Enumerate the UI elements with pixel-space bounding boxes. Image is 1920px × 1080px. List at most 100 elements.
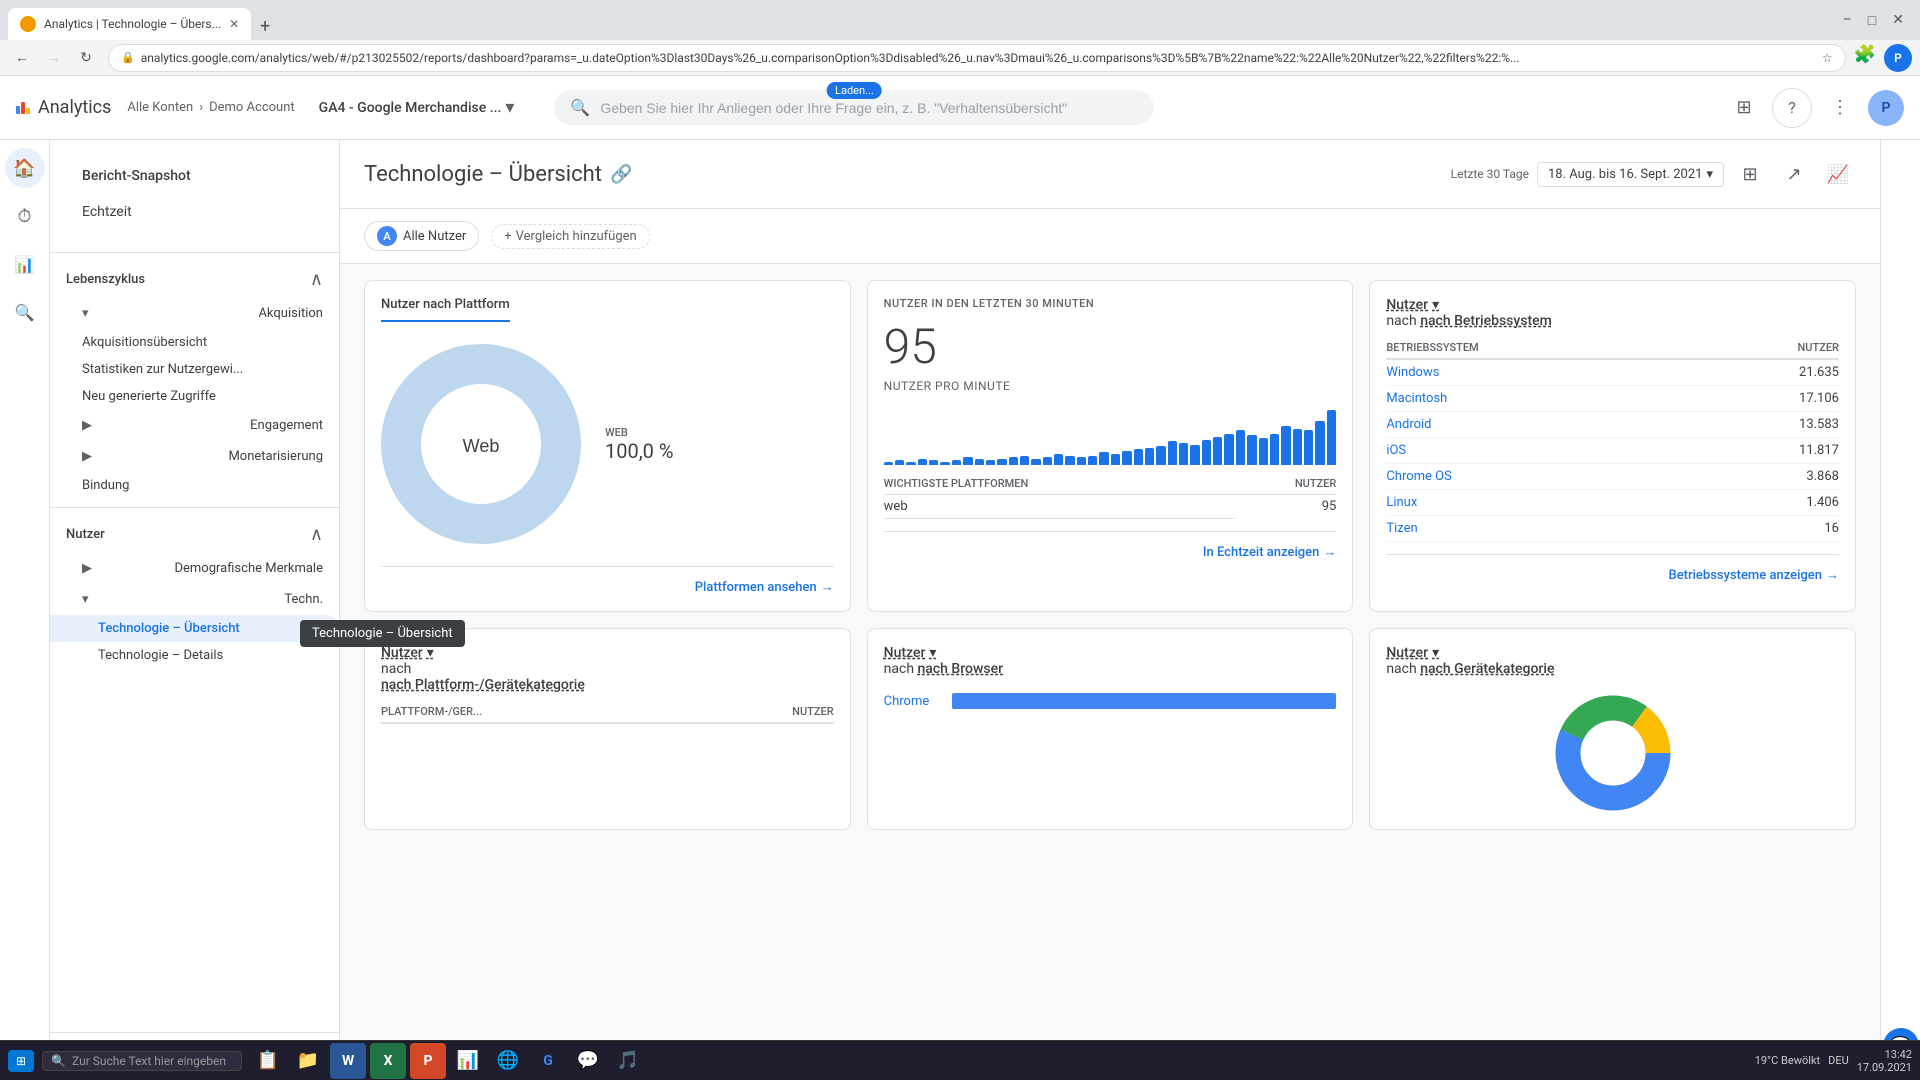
taskbar-lang: DEU [1828, 1054, 1849, 1067]
sidebar-akquisitionsuebersicht[interactable]: Akquisitionsübersicht [50, 329, 339, 356]
filter-chip-alle-nutzer[interactable]: A Alle Nutzer [364, 221, 479, 251]
os-count: 13.583 [1699, 412, 1839, 438]
all-accounts-link[interactable]: Alle Konten [127, 100, 193, 115]
sidebar-demografische[interactable]: ▶ Demografische Merkmale [50, 553, 339, 584]
sidebar-technologie-details[interactable]: Technologie – Details [50, 642, 339, 669]
date-range-btn[interactable]: 18. Aug. bis 16. Sept. 2021 ▾ [1537, 162, 1724, 187]
url-bar[interactable]: 🔒 analytics.google.com/analytics/web/#/p… [108, 44, 1846, 72]
active-tab[interactable]: Analytics | Technologie – Übers... ✕ [8, 8, 251, 40]
chart-type-btn[interactable]: 📈 [1820, 156, 1856, 192]
help-btn[interactable]: ? [1772, 88, 1812, 128]
legend-web-value: 100,0 % [605, 439, 674, 463]
search-box: 🔍 Laden... [554, 90, 1154, 125]
extension-icon[interactable]: 🧩 [1854, 44, 1876, 72]
sidebar-neu-generierte[interactable]: Neu generierte Zugriffe [50, 383, 339, 410]
os-nutzer-text: Nutzer [1386, 297, 1428, 313]
br-nutzer-btn[interactable]: Nutzer ▾ [884, 645, 1337, 661]
save-icon[interactable]: 🔗 [610, 164, 632, 185]
nav-icon-explore[interactable]: 🔍 [5, 292, 45, 332]
sidebar-techn[interactable]: ▾ Techn. [50, 584, 339, 615]
demografische-label: Demografische Merkmale [174, 561, 323, 576]
nav-icon-home[interactable]: 🏠 [5, 148, 45, 188]
nav-buttons: ← → ↻ [8, 44, 100, 72]
taskbar-app-music[interactable]: 🎵 [610, 1043, 646, 1079]
close-btn[interactable]: ✕ [1892, 12, 1904, 29]
content-header: Technologie – Übersicht 🔗 Letzte 30 Tage… [340, 140, 1880, 209]
taskbar-app-excel[interactable]: X [370, 1043, 406, 1079]
rt-bar-item [895, 460, 904, 465]
platform-link[interactable]: Plattformen ansehen → [695, 579, 834, 595]
star-icon[interactable]: ☆ [1822, 51, 1833, 65]
taskbar-app-chat[interactable]: 💬 [570, 1043, 606, 1079]
back-btn[interactable]: ← [8, 44, 36, 72]
rt-bar-item [1224, 434, 1233, 465]
sidebar-bindung[interactable]: Bindung [50, 472, 339, 499]
os-name[interactable]: Macintosh [1386, 386, 1698, 412]
taskbar-search[interactable]: 🔍 Zur Suche Text hier eingeben [42, 1051, 242, 1071]
sidebar-statistiken[interactable]: Statistiken zur Nutzergewi... [50, 356, 339, 383]
reload-btn[interactable]: ↻ [72, 44, 100, 72]
rt-link[interactable]: In Echtzeit anzeigen → [1203, 544, 1337, 560]
os-name[interactable]: Chrome OS [1386, 464, 1698, 490]
search-input[interactable] [600, 100, 1138, 116]
add-filter-btn[interactable]: + Vergleich hinzufügen [491, 224, 649, 249]
taskbar-app-browser2[interactable]: G [530, 1043, 566, 1079]
apps-btn[interactable]: ⊞ [1724, 88, 1764, 128]
os-name[interactable]: Windows [1386, 359, 1698, 386]
sidebar-snapshot[interactable]: Bericht-Snapshot [66, 156, 323, 196]
taskbar-app-task[interactable]: 📋 [250, 1043, 286, 1079]
platform-chart: Web WEB 100,0 % [381, 334, 834, 554]
nutzer-collapse[interactable]: ∧ [310, 524, 323, 545]
pd-nutzer-btn[interactable]: Nutzer ▾ [381, 645, 834, 661]
sidebar-section-lebenszyklus[interactable]: Lebenszyklus ∧ [50, 261, 339, 298]
akquisition-label: Akquisition [258, 306, 323, 321]
platform-link-arrow: → [821, 579, 834, 595]
dc-nutzer-btn[interactable]: Nutzer ▾ [1386, 645, 1839, 661]
avatar[interactable]: P [1868, 90, 1904, 126]
property-selector[interactable]: GA4 - Google Merchandise ... ▾ [311, 93, 523, 122]
more-btn[interactable]: ⋮ [1820, 88, 1860, 128]
sidebar-echtzeit[interactable]: Echtzeit [66, 196, 323, 228]
logo-icon[interactable] [16, 102, 30, 114]
forward-btn[interactable]: → [40, 44, 68, 72]
os-name[interactable]: Tizen [1386, 516, 1698, 542]
rt-bar-item [1190, 445, 1199, 465]
os-name[interactable]: Linux [1386, 490, 1698, 516]
sidebar-section-nutzer[interactable]: Nutzer ∧ [50, 516, 339, 553]
customize-report-btn[interactable]: ⊞ [1732, 156, 1768, 192]
start-btn[interactable]: ⊞ [8, 1050, 34, 1072]
os-name[interactable]: Android [1386, 412, 1698, 438]
address-bar: ← → ↻ 🔒 analytics.google.com/analytics/w… [0, 40, 1920, 76]
os-count: 16 [1699, 516, 1839, 542]
minimize-btn[interactable]: – [1843, 12, 1852, 29]
header-search: 🔍 Laden... [554, 90, 1154, 125]
tab-close-btn[interactable]: ✕ [229, 17, 239, 31]
sidebar-monetarisierung[interactable]: ▶ Monetarisierung [50, 441, 339, 472]
os-nutzer-btn[interactable]: Nutzer ▾ [1386, 297, 1839, 313]
sidebar-technologie-uebersicht[interactable]: Technologie – Übersicht [50, 615, 339, 642]
lebenszyklus-collapse[interactable]: ∧ [310, 269, 323, 290]
share-btn[interactable]: ↗ [1776, 156, 1812, 192]
new-tab-btn[interactable]: + [251, 12, 279, 40]
taskbar-app-folder[interactable]: 📁 [290, 1043, 326, 1079]
bottom-cards: Nutzer ▾ nach nach Plattform-/Gerätekate… [340, 628, 1880, 846]
taskbar-clock: 13:42 17.09.2021 [1857, 1048, 1912, 1074]
content-actions: ⊞ ↗ 📈 [1732, 156, 1856, 192]
chrome-bar-row: Chrome [884, 693, 1337, 709]
sidebar-engagement[interactable]: ▶ Engagement [50, 410, 339, 441]
profile-btn[interactable]: P [1884, 44, 1912, 72]
taskbar-app-browser1[interactable]: 🌐 [490, 1043, 526, 1079]
maximize-btn[interactable]: □ [1868, 12, 1876, 29]
os-name[interactable]: iOS [1386, 438, 1698, 464]
taskbar-app-ppt[interactable]: P [410, 1043, 446, 1079]
taskbar-app-chart[interactable]: 📊 [450, 1043, 486, 1079]
nav-icon-reports[interactable]: 📊 [5, 244, 45, 284]
chrome-label[interactable]: Chrome [884, 694, 944, 709]
taskbar-app-word[interactable]: W [330, 1043, 366, 1079]
browser-chart: Chrome [884, 693, 1337, 709]
nav-icon-realtime[interactable]: ⏱ [5, 196, 45, 236]
taskbar-search-placeholder: Zur Suche Text hier eingeben [72, 1054, 226, 1068]
taskbar-right: 19°C Bewölkt DEU 13:42 17.09.2021 [1755, 1048, 1912, 1074]
os-link[interactable]: Betriebssysteme anzeigen → [1669, 567, 1839, 583]
sidebar-akquisition[interactable]: ▾ Akquisition [50, 298, 339, 329]
